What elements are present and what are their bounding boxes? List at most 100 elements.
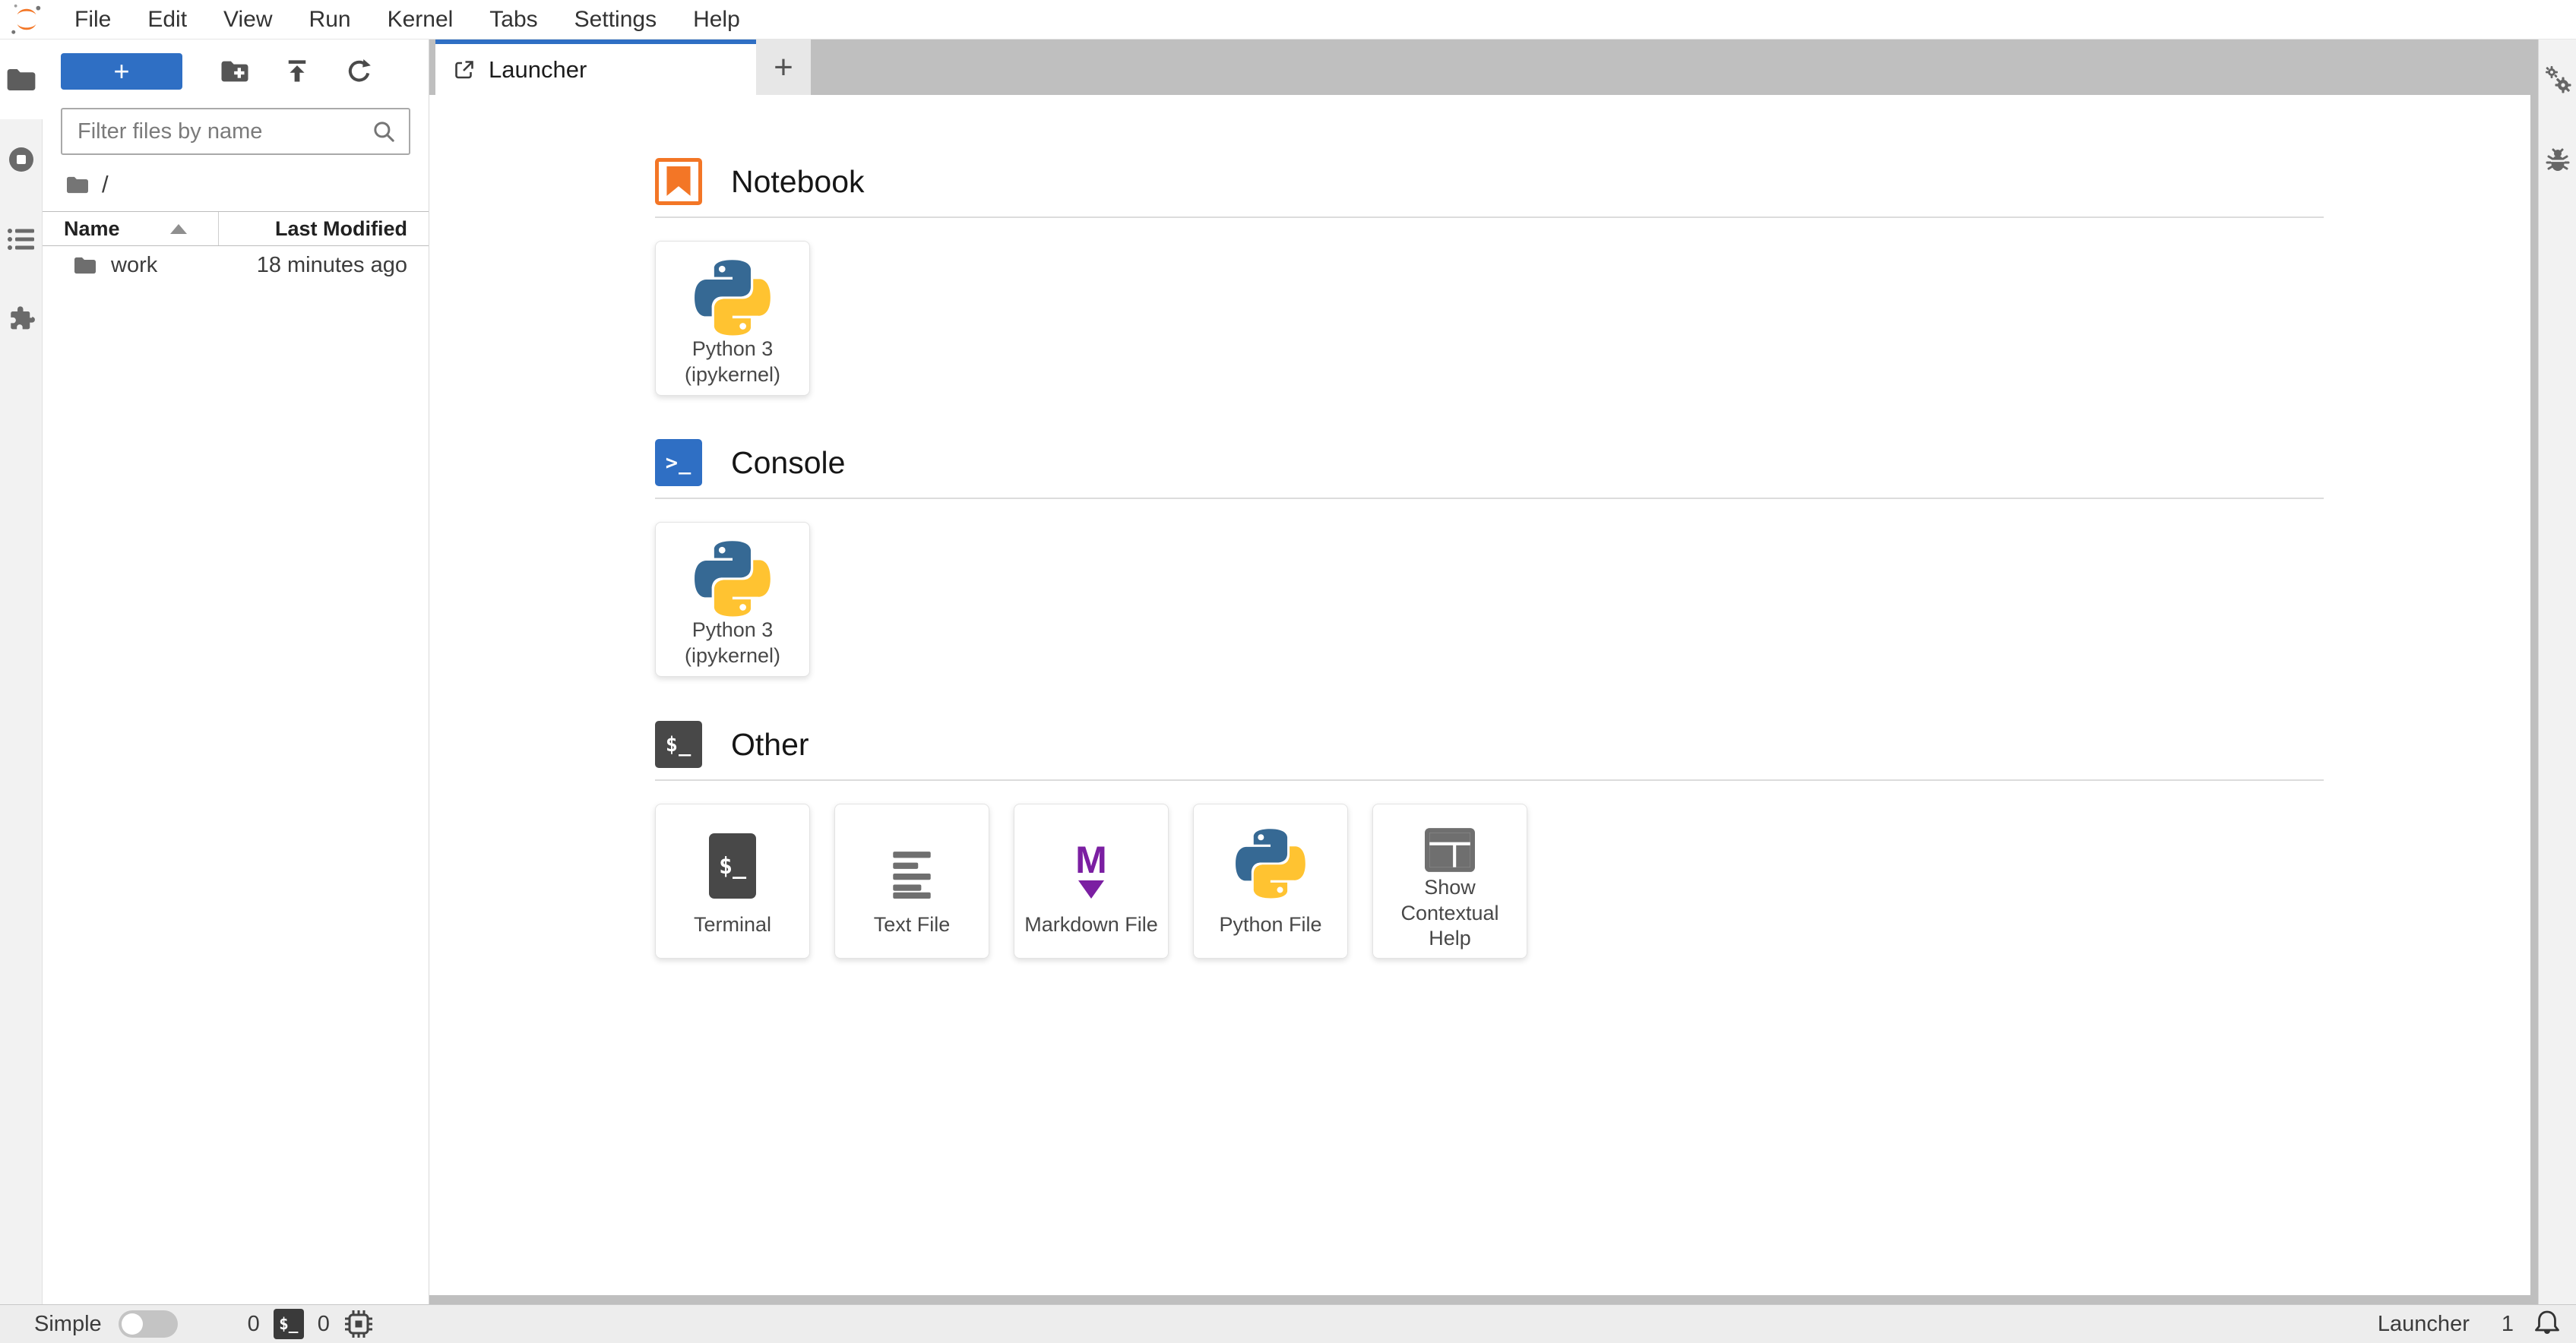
- new-tab-button[interactable]: +: [756, 40, 811, 95]
- property-inspector-icon: [2542, 64, 2574, 96]
- section-divider: [655, 498, 2324, 499]
- python-logo-icon: [695, 523, 771, 617]
- section-title-console: Console: [731, 444, 846, 480]
- launcher-card-notebook-python3[interactable]: Python 3 (ipykernel): [655, 241, 810, 396]
- jupyter-logo: [8, 2, 46, 37]
- breadcrumb-root[interactable]: /: [102, 171, 109, 198]
- folder-icon: [5, 66, 37, 93]
- python-logo-icon: [695, 242, 771, 336]
- sidebar-tab-file-browser[interactable]: [0, 40, 43, 119]
- new-launcher-button[interactable]: +: [61, 53, 182, 90]
- upload-icon: [283, 56, 311, 87]
- menu-item-run[interactable]: Run: [291, 0, 369, 40]
- bell-icon[interactable]: [2532, 1308, 2562, 1340]
- launcher-card-show-contextual-help[interactable]: Show Contextual Help: [1372, 804, 1527, 959]
- menu-items: File Edit View Run Kernel Tabs Settings …: [56, 0, 758, 40]
- terminals-count: 0: [247, 1311, 260, 1336]
- file-row-work[interactable]: work 18 minutes ago: [43, 246, 429, 284]
- terminal-glyph: $_: [665, 732, 692, 757]
- folder-icon: [73, 255, 97, 276]
- console-icon: >_: [655, 439, 702, 486]
- menu-bar: File Edit View Run Kernel Tabs Settings …: [0, 0, 2576, 40]
- interface-mode-switch: Simple: [34, 1310, 178, 1338]
- column-name-label: Name: [64, 216, 120, 240]
- new-folder-button[interactable]: [216, 55, 254, 88]
- menu-item-view[interactable]: View: [205, 0, 290, 40]
- simple-mode-toggle[interactable]: [118, 1310, 178, 1338]
- kernel-chip-icon: [343, 1309, 374, 1339]
- search-icon: [371, 118, 397, 144]
- refresh-icon: [345, 57, 374, 86]
- file-listing-header: Name Last Modified: [43, 211, 429, 246]
- sidebar-tab-extension-manager[interactable]: [0, 279, 43, 359]
- debugger-bug-icon: [2543, 144, 2573, 175]
- tab-launcher-label: Launcher: [489, 55, 587, 83]
- text-file-icon: [887, 804, 937, 899]
- launcher-card-terminal[interactable]: $_ Terminal: [655, 804, 810, 959]
- launcher-card-text-file[interactable]: Text File: [834, 804, 989, 959]
- file-last-modified: 18 minutes ago: [256, 252, 407, 277]
- menu-item-settings[interactable]: Settings: [556, 0, 675, 40]
- kernels-count: 0: [317, 1311, 330, 1336]
- menu-item-help[interactable]: Help: [675, 0, 758, 40]
- sidebar-tab-running-sessions[interactable]: [0, 119, 43, 199]
- notebook-cards: Python 3 (ipykernel): [655, 241, 2530, 396]
- section-title-notebook: Notebook: [731, 163, 865, 199]
- terminal-icon: $_: [655, 721, 702, 768]
- filter-files-input[interactable]: [78, 118, 371, 144]
- table-of-contents-icon: [7, 226, 36, 252]
- notifications-count: 1: [2501, 1311, 2514, 1336]
- section-divider: [655, 779, 2324, 781]
- notebook-icon: [655, 158, 702, 205]
- card-label: Python 3 (ipykernel): [684, 618, 781, 667]
- contextual-help-icon: [1421, 804, 1479, 875]
- launcher-card-python-file[interactable]: Python File: [1193, 804, 1348, 959]
- launcher-card-markdown-file[interactable]: M Markdown File: [1014, 804, 1169, 959]
- right-activity-bar: [2538, 40, 2576, 1304]
- column-header-name[interactable]: Name: [43, 212, 218, 245]
- console-cards: Python 3 (ipykernel): [655, 522, 2530, 677]
- refresh-button[interactable]: [340, 55, 378, 88]
- menu-item-kernel[interactable]: Kernel: [369, 0, 472, 40]
- terminal-icon: $_: [273, 1309, 304, 1339]
- main-dock-panel: Launcher + Notebook Python 3 (ipykernel)…: [429, 40, 2538, 1304]
- section-header-other: $_ Other: [655, 721, 2530, 768]
- sidebar-tab-debugger[interactable]: [2539, 119, 2576, 199]
- section-header-console: >_ Console: [655, 439, 2530, 486]
- status-bar-right: Launcher 1: [2378, 1308, 2562, 1340]
- menu-item-tabs[interactable]: Tabs: [471, 0, 555, 40]
- section-header-notebook: Notebook: [655, 158, 2530, 205]
- card-label: Text File: [873, 913, 951, 937]
- breadcrumb: /: [43, 167, 429, 202]
- card-label: Markdown File: [1024, 913, 1158, 937]
- upload-button[interactable]: [278, 55, 316, 88]
- simple-mode-label: Simple: [34, 1311, 102, 1336]
- extension-manager-icon: [6, 304, 36, 334]
- sidebar-tab-property-inspector[interactable]: [2539, 40, 2576, 119]
- running-sessions-status[interactable]: 0 $_ 0: [248, 1309, 374, 1339]
- sidebar-tab-table-of-contents[interactable]: [0, 199, 43, 279]
- console-glyph: >_: [665, 450, 692, 475]
- tab-bar: Launcher +: [429, 40, 2538, 95]
- card-label: Terminal: [693, 913, 772, 937]
- python-logo-icon: [1236, 804, 1305, 899]
- card-label: Python File: [1219, 913, 1322, 937]
- other-cards: $_ Terminal Text File M Markdown File Py…: [655, 804, 2530, 959]
- launcher-panel: Notebook Python 3 (ipykernel) >_ Console…: [429, 95, 2530, 1295]
- running-sessions-icon: [7, 145, 36, 174]
- tab-launcher[interactable]: Launcher: [435, 40, 756, 95]
- sort-ascending-icon: [169, 223, 187, 234]
- toggle-knob: [121, 1313, 143, 1335]
- card-label: Show Contextual Help: [1400, 875, 1499, 950]
- launcher-card-console-python3[interactable]: Python 3 (ipykernel): [655, 522, 810, 677]
- home-folder-icon[interactable]: [65, 175, 90, 195]
- menu-item-edit[interactable]: Edit: [129, 0, 205, 40]
- file-browser-toolbar: +: [43, 47, 429, 96]
- column-header-last-modified[interactable]: Last Modified: [218, 212, 429, 245]
- section-title-other: Other: [731, 726, 809, 762]
- new-folder-icon: [220, 58, 250, 84]
- menu-item-file[interactable]: File: [56, 0, 129, 40]
- file-name: work: [111, 252, 158, 277]
- markdown-icon: M: [1075, 841, 1107, 899]
- file-browser-panel: + Filter files by name / Name Last Modif…: [43, 40, 429, 1304]
